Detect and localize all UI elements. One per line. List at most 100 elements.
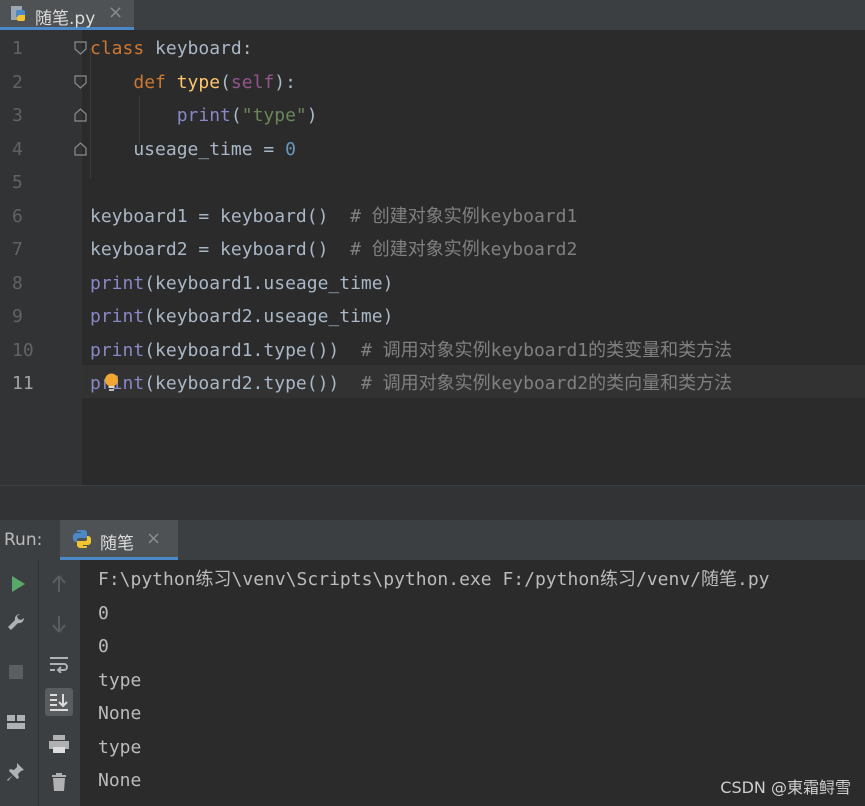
- console-output-line: 0: [98, 602, 109, 624]
- console-output-line: 0: [98, 636, 109, 657]
- console-output-line: None: [98, 770, 142, 791]
- line-number-row[interactable]: 6: [0, 200, 82, 233]
- code-token: def: [133, 71, 166, 93]
- python-icon: [73, 530, 91, 548]
- code-line[interactable]: print(keyboard2.useage_time): [90, 300, 393, 333]
- line-number: 11: [12, 373, 34, 394]
- line-number: 3: [12, 105, 23, 126]
- settings-button[interactable]: [2, 608, 30, 636]
- line-number: 6: [12, 205, 23, 227]
- fold-marker-icon[interactable]: [74, 74, 87, 89]
- code-token: useage_time =: [90, 138, 286, 160]
- run-panel-header: Run: 随笔 ×: [0, 520, 865, 560]
- editor-panel-separator[interactable]: [0, 485, 865, 521]
- code-token: # 创建对象实例keyboard2: [350, 239, 578, 260]
- editor-tab-label: 随笔.py: [35, 9, 96, 29]
- line-number-row[interactable]: 11: [0, 367, 82, 400]
- code-token: (keyboard2.useage_time): [144, 306, 394, 327]
- trash-icon: [52, 773, 66, 791]
- code-token: ): [306, 105, 318, 126]
- code-line[interactable]: print(keyboard1.type()) # 调用对象实例keyboard…: [90, 334, 732, 367]
- code-token: (keyboard1.type()): [144, 339, 361, 361]
- fold-marker-icon[interactable]: [74, 141, 87, 156]
- line-number: 2: [12, 71, 23, 93]
- run-toolstrip-secondary: [38, 560, 81, 806]
- line-number: 1: [12, 38, 23, 59]
- code-line[interactable]: class keyboard:: [90, 32, 253, 65]
- line-number-row[interactable]: 7: [0, 233, 82, 266]
- run-console-output[interactable]: F:\python练习\venv\Scripts\python.exe F:/p…: [80, 560, 865, 806]
- code-token: # 创建对象实例keyboard1: [350, 205, 578, 227]
- line-number-row[interactable]: 3: [0, 99, 87, 132]
- stop-button[interactable]: [2, 658, 30, 686]
- previous-occurrence-button[interactable]: [45, 570, 73, 598]
- code-line[interactable]: keyboard1 = keyboard() # 创建对象实例keyboard1: [90, 200, 577, 233]
- line-number-row[interactable]: 5: [0, 166, 82, 199]
- code-token: keyboard:: [144, 38, 253, 59]
- soft-wrap-icon: [50, 657, 68, 673]
- code-token: print: [90, 306, 145, 327]
- line-number-row[interactable]: 10: [0, 334, 82, 367]
- run-icon: [12, 576, 25, 592]
- line-number-row[interactable]: 4: [0, 133, 87, 166]
- line-number-row[interactable]: 9: [0, 300, 82, 333]
- pin-icon: [7, 763, 24, 781]
- print-button[interactable]: [45, 730, 73, 758]
- down-arrow-icon: [52, 616, 66, 633]
- code-editor[interactable]: 1 2 3 4 5 6 7 8 9 10 11 class keyboard: def type(s…: [0, 30, 865, 485]
- scroll-to-end-icon: [50, 694, 68, 711]
- code-token: # 调用对象实例keyboard2的类向量和类方法: [360, 373, 733, 394]
- code-line[interactable]: keyboard2 = keyboard() # 创建对象实例keyboard2: [90, 233, 577, 266]
- code-token: type: [176, 71, 221, 93]
- run-tab-label: 随笔: [100, 534, 134, 554]
- code-token: # 调用对象实例keyboard1的类变量和类方法: [360, 339, 733, 361]
- scroll-to-end-button[interactable]: [45, 688, 73, 716]
- pin-button[interactable]: [2, 758, 30, 786]
- line-number-row[interactable]: 8: [0, 267, 82, 300]
- code-token: (: [220, 71, 231, 93]
- line-number: 10: [12, 339, 34, 361]
- editor-tab-bar: 随笔.py ×: [0, 0, 865, 30]
- python-file-icon: [11, 6, 25, 21]
- fold-marker-icon[interactable]: [74, 41, 87, 55]
- console-output-line: F:\python练习\venv\Scripts\python.exe F:/p…: [98, 569, 770, 590]
- code-token: keyboard2 = keyboard(): [90, 239, 351, 260]
- print-icon: [49, 735, 69, 753]
- line-number: 9: [12, 306, 23, 327]
- code-token: print: [90, 272, 145, 294]
- code-token: (: [230, 105, 242, 126]
- next-occurrence-button[interactable]: [45, 610, 73, 638]
- clear-all-button[interactable]: [45, 768, 73, 796]
- close-icon[interactable]: ×: [146, 528, 161, 549]
- run-button[interactable]: [4, 570, 32, 598]
- line-number: 7: [12, 239, 23, 260]
- code-line[interactable]: useage_time = 0: [90, 133, 296, 166]
- layout-icon: [7, 715, 25, 729]
- editor-tab-suibi[interactable]: 随笔.py ×: [0, 0, 134, 30]
- code-line[interactable]: def type(self):: [90, 66, 296, 99]
- line-number: 5: [12, 172, 23, 193]
- line-number-row[interactable]: 2: [0, 66, 87, 99]
- soft-wrap-button[interactable]: [45, 650, 73, 678]
- fold-marker-icon[interactable]: [74, 108, 87, 122]
- code-token: "type": [241, 105, 307, 126]
- console-output-line: None: [98, 703, 142, 724]
- code-line[interactable]: print("type"): [90, 99, 318, 132]
- run-panel-title: Run:: [4, 530, 43, 550]
- line-number-row[interactable]: 1: [0, 32, 87, 65]
- console-output-line: type: [98, 736, 142, 758]
- code-token: (keyboard2.type()): [144, 373, 361, 394]
- code-line[interactable]: print(keyboard2.type()) # 调用对象实例keyboard…: [90, 367, 732, 400]
- run-tab-suibi[interactable]: 随笔 ×: [60, 520, 178, 560]
- code-token: class: [90, 38, 145, 59]
- layout-button[interactable]: [2, 708, 30, 736]
- stop-icon: [9, 665, 23, 679]
- close-icon[interactable]: ×: [108, 2, 123, 23]
- code-token: (keyboard1.useage_time): [144, 272, 394, 294]
- code-line[interactable]: print(keyboard1.useage_time): [90, 267, 393, 300]
- code-token: keyboard1 = keyboard(): [90, 205, 351, 227]
- lightbulb-icon[interactable]: [103, 372, 120, 392]
- line-number: 8: [12, 272, 23, 294]
- up-arrow-icon: [52, 575, 66, 592]
